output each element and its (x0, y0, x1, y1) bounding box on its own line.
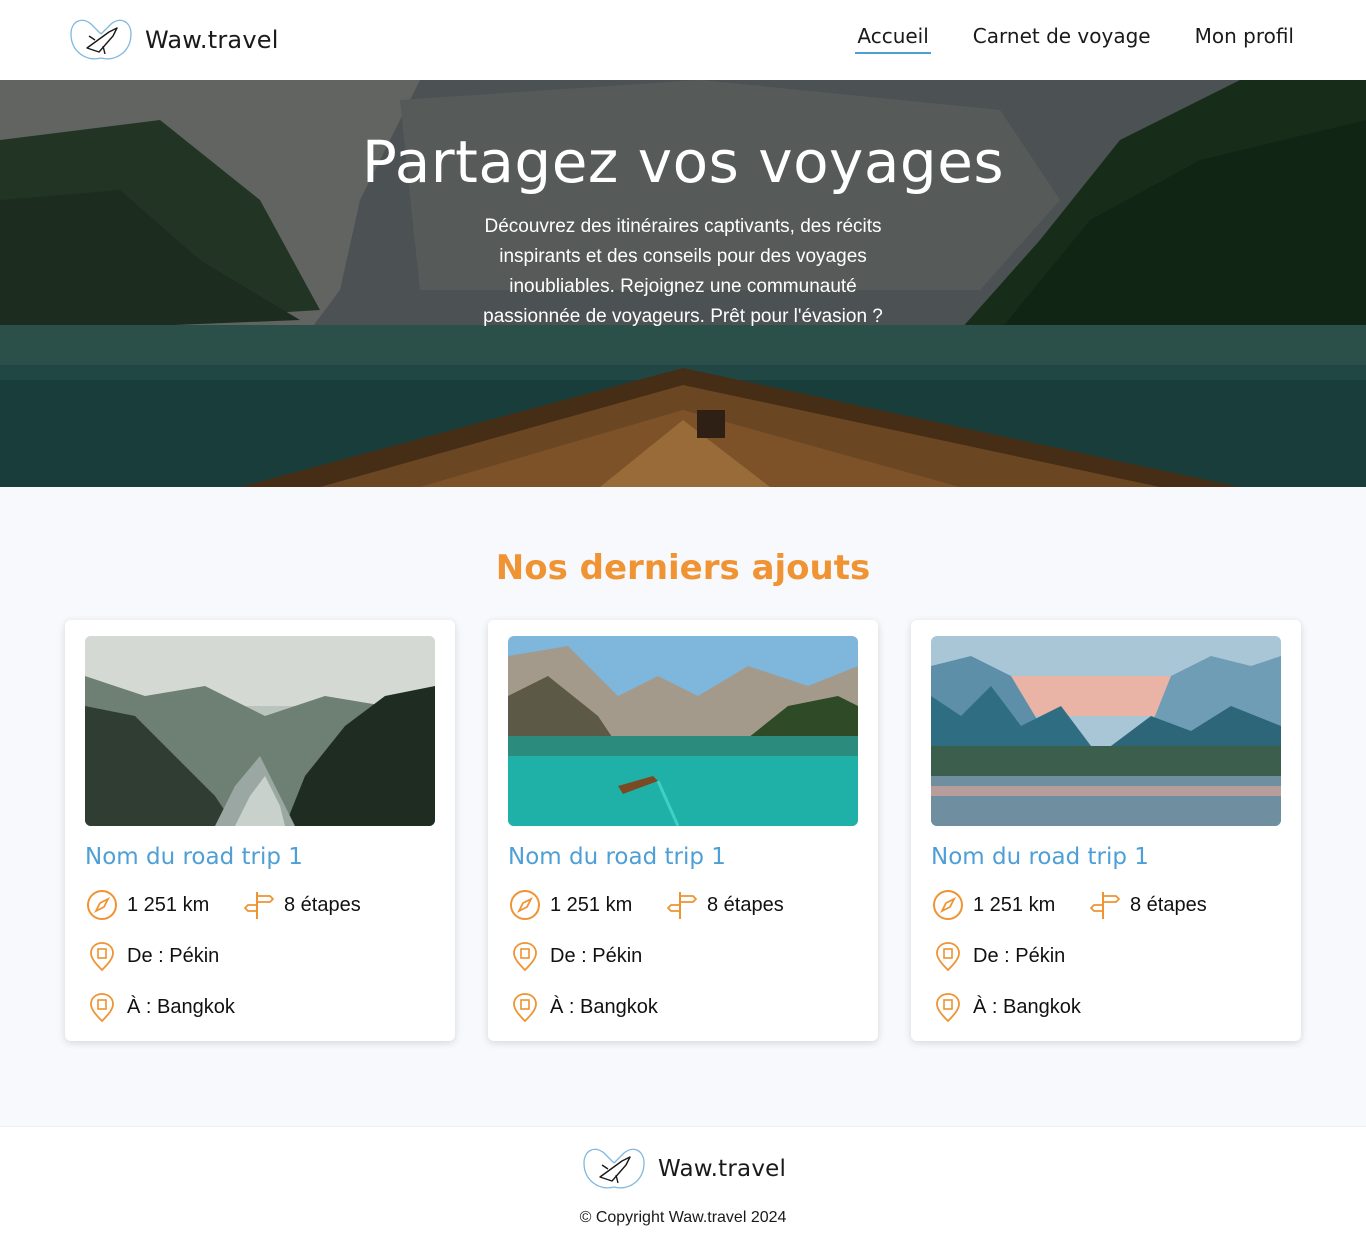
steps-stat: 8 étapes (1088, 888, 1207, 922)
signpost-icon (244, 892, 274, 919)
footer-brand-logo[interactable]: Waw.travel (582, 1147, 786, 1191)
site-header: Waw.travel Accueil Carnet de voyage Mon … (0, 0, 1366, 80)
distance-stat: 1 251 km (85, 888, 209, 922)
roadtrip-card-title[interactable]: Nom du road trip 1 (508, 844, 726, 870)
main-nav: Accueil Carnet de voyage Mon profil (815, 24, 1296, 54)
signpost-icon (1090, 892, 1120, 919)
roadtrip-card-image (85, 636, 435, 826)
copyright-text: © Copyright Waw.travel 2024 (579, 1209, 787, 1226)
destination-stat: À : Bangkok (508, 990, 658, 1024)
footer-brand-name: Waw.travel (658, 1156, 787, 1182)
roadtrip-card[interactable]: Nom du road trip 1 1 251 km 8 étapes De … (65, 620, 455, 1041)
compass-icon (510, 890, 540, 920)
origin-stat: De : Pékin (508, 939, 642, 973)
location-pin-icon (936, 993, 960, 1023)
site-footer: Waw.travel © Copyright Waw.travel 2024 (0, 1126, 1366, 1236)
destination-stat: À : Bangkok (931, 990, 1081, 1024)
origin-stat: De : Pékin (931, 939, 1065, 973)
location-pin-icon (936, 942, 960, 972)
roadtrip-card[interactable]: Nom du road trip 1 1 251 km 8 étapes De … (911, 620, 1301, 1041)
compass-icon (87, 890, 117, 920)
roadtrip-card-image (931, 636, 1281, 826)
location-pin-icon (90, 942, 114, 972)
hero-description: Découvrez des itinéraires captivants, de… (483, 216, 883, 327)
brand-name: Waw.travel (145, 26, 279, 54)
location-pin-icon (513, 942, 537, 972)
compass-icon (933, 890, 963, 920)
latest-section-title: Nos derniers ajouts (495, 548, 871, 588)
location-pin-icon (513, 993, 537, 1023)
nav-accueil[interactable]: Accueil (855, 24, 932, 54)
distance-stat: 1 251 km (508, 888, 632, 922)
destination-stat: À : Bangkok (85, 990, 235, 1024)
brand-logo-link[interactable]: Waw.travel (69, 18, 279, 62)
roadtrip-card-title[interactable]: Nom du road trip 1 (931, 844, 1149, 870)
origin-stat: De : Pékin (85, 939, 219, 973)
hero-banner: Partagez vos voyages Découvrez des itiné… (0, 80, 1366, 487)
steps-stat: 8 étapes (665, 888, 784, 922)
roadtrip-card[interactable]: Nom du road trip 1 1 251 km 8 étapes De … (488, 620, 878, 1041)
nav-mon-profil[interactable]: Mon profil (1193, 24, 1296, 54)
distance-stat: 1 251 km (931, 888, 1055, 922)
signpost-icon (667, 892, 697, 919)
roadtrip-card-image (508, 636, 858, 826)
plane-heart-logo-icon (583, 1148, 645, 1189)
steps-stat: 8 étapes (242, 888, 361, 922)
nav-carnet-de-voyage[interactable]: Carnet de voyage (971, 24, 1153, 54)
hero-title: Partagez vos voyages (361, 128, 1005, 196)
location-pin-icon (90, 993, 114, 1023)
plane-heart-logo-icon (70, 19, 132, 60)
roadtrip-card-title[interactable]: Nom du road trip 1 (85, 844, 303, 870)
